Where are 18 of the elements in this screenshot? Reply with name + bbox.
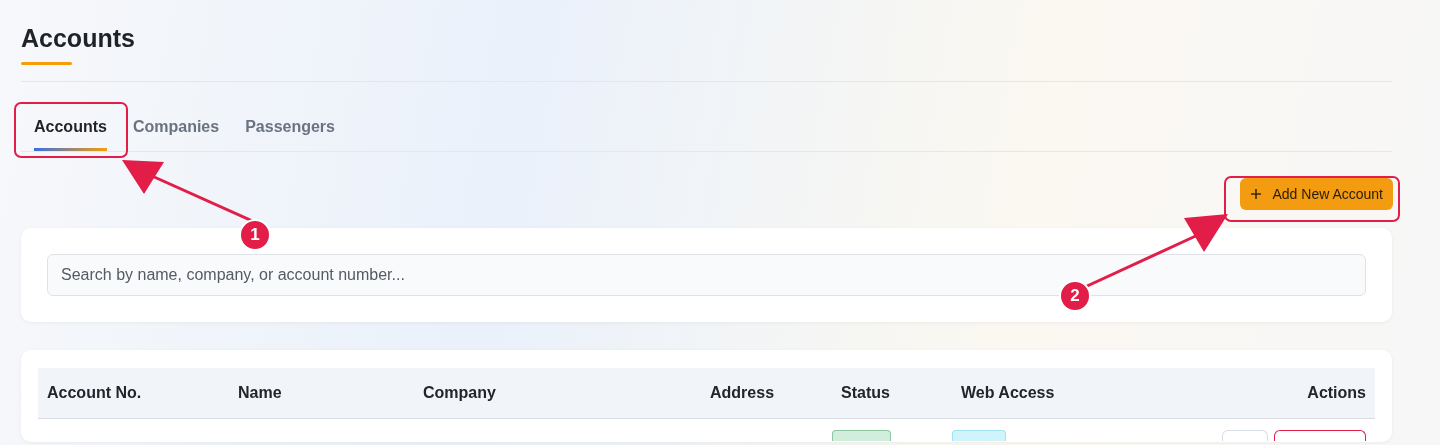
status-badge bbox=[832, 430, 891, 441]
tab[interactable]: Accounts bbox=[21, 108, 120, 151]
column-header: Web Access bbox=[960, 384, 1056, 402]
page-title: Accounts bbox=[21, 23, 136, 54]
column-header: Address bbox=[709, 384, 776, 402]
column-header: Status bbox=[840, 384, 891, 402]
title-underline bbox=[21, 62, 72, 65]
add-account-button[interactable]: Add New Account bbox=[1240, 178, 1393, 210]
web-access-badge bbox=[952, 430, 1006, 441]
column-header: Actions bbox=[1306, 384, 1367, 402]
delete-button[interactable] bbox=[1274, 430, 1366, 441]
column-header: Account No. bbox=[46, 384, 143, 402]
tab[interactable]: Companies bbox=[119, 108, 233, 151]
tab[interactable]: Passengers bbox=[232, 108, 348, 151]
plus-icon bbox=[1250, 188, 1263, 200]
step-number: 1 bbox=[239, 219, 271, 251]
column-header: Company bbox=[422, 384, 497, 402]
column-header: Name bbox=[237, 384, 283, 402]
